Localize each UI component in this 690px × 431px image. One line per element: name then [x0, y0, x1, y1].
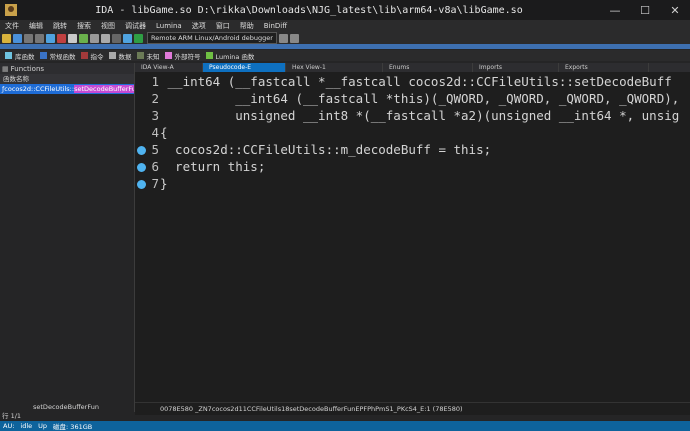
menu-bar: 文件 编辑 跳转 搜索 视图 调试器 Lumina 选项 窗口 帮助 BinDi… — [0, 20, 690, 32]
legend-regular: 常规函数 — [39, 51, 76, 61]
navigation-band[interactable] — [0, 44, 690, 49]
tab-pseudocode-e[interactable]: Pseudocode-E — [203, 63, 286, 72]
swatch-icon — [80, 52, 88, 59]
function-name-column[interactable]: 函数名称 — [0, 74, 134, 84]
tab-ida-view-a[interactable]: IDA View-A — [135, 63, 203, 72]
text-icon[interactable] — [101, 33, 110, 43]
function-row[interactable]: ƒcocos2d::CCFileUtils::setDecodeBufferFu… — [0, 84, 134, 94]
menu-help[interactable]: 帮助 — [235, 21, 259, 31]
maximize-button[interactable]: ☐ — [630, 4, 660, 17]
menu-file[interactable]: 文件 — [0, 21, 24, 31]
debug-options-icon[interactable] — [289, 33, 299, 43]
code-line[interactable]: 7} — [135, 176, 690, 193]
tab-bar: IDA View-A Pseudocode-E Hex View-1 Enums… — [135, 63, 690, 72]
graph-icon[interactable] — [79, 33, 88, 43]
menu-jump[interactable]: 跳转 — [48, 21, 72, 31]
legend-library: 库函数 — [5, 51, 35, 61]
status-state: idle — [20, 422, 33, 430]
swatch-icon — [136, 52, 144, 59]
toolbar: Remote ARM Linux/Android debugger — [0, 32, 690, 44]
functions-title: Functions — [10, 64, 45, 73]
tab-imports[interactable]: Imports — [473, 63, 559, 72]
address-status: 0078E580 _ZN7cocos2d11CCFileUtils18setDe… — [135, 402, 690, 415]
debugger-select[interactable]: Remote ARM Linux/Android debugger — [147, 32, 277, 44]
row-counter: 行 1/1 — [0, 412, 136, 421]
back-icon[interactable] — [24, 33, 33, 43]
menu-debugger[interactable]: 调试器 — [120, 21, 151, 31]
open-icon[interactable] — [2, 33, 11, 43]
pseudocode-editor[interactable]: 1 __int64 (__fastcall *__fastcall cocos2… — [135, 72, 690, 402]
close-tool-icon[interactable] — [123, 33, 132, 43]
search-text[interactable]: setDecodeBufferFun — [0, 403, 99, 411]
run-icon[interactable] — [134, 33, 143, 43]
menu-view[interactable]: 视图 — [96, 21, 120, 31]
code-line[interactable]: 3 unsigned __int8 *(__fastcall *a2)(unsi… — [135, 108, 690, 125]
function-search[interactable]: setDecodeBufferFun — [0, 402, 134, 412]
mark-icon[interactable] — [112, 33, 121, 43]
legend-data: 数据 — [108, 51, 132, 61]
legend-external: 外部符号 — [164, 51, 201, 61]
menu-windows[interactable]: 窗口 — [211, 21, 235, 31]
window-title: IDA - libGame.so D:\rikka\Downloads\NJG_… — [95, 4, 523, 16]
menu-bindiff[interactable]: BinDiff — [259, 22, 292, 30]
swatch-icon — [164, 52, 172, 59]
tab-exports[interactable]: Exports — [559, 63, 649, 72]
forward-icon[interactable] — [35, 33, 44, 43]
title-bar: IDA - libGame.so D:\rikka\Downloads\NJG_… — [0, 0, 690, 20]
search-icon[interactable] — [90, 33, 99, 43]
ida-logo-icon — [5, 4, 17, 16]
menu-options[interactable]: 选项 — [187, 21, 211, 31]
tab-hex-view-1[interactable]: Hex View-1 — [286, 63, 383, 72]
legend-instruction: 指令 — [80, 51, 104, 61]
code-line[interactable]: 2 __int64 (__fastcall *this)(_QWORD, _QW… — [135, 91, 690, 108]
status-disk: 磁盘: 361GB — [53, 423, 93, 431]
legend-lumina: Lumina 函数 — [205, 51, 254, 61]
dropdown-icon[interactable] — [278, 33, 288, 43]
list-icon[interactable] — [68, 33, 77, 43]
close-button[interactable]: ✕ — [660, 4, 690, 17]
menu-edit[interactable]: 编辑 — [24, 21, 48, 31]
swatch-icon — [39, 52, 47, 59]
menu-lumina[interactable]: Lumina — [151, 22, 187, 30]
menu-search[interactable]: 搜索 — [72, 21, 96, 31]
legend-unknown: 未知 — [136, 51, 160, 61]
refresh-icon[interactable] — [46, 33, 55, 43]
swatch-icon — [108, 52, 116, 59]
save-icon[interactable] — [13, 33, 22, 43]
code-line[interactable]: 4{ — [135, 125, 690, 142]
code-line[interactable]: 5 cocos2d::CCFileUtils::m_decodeBuff = t… — [135, 142, 690, 159]
tab-enums[interactable]: Enums — [383, 63, 473, 72]
swatch-icon — [205, 52, 213, 59]
swatch-icon — [5, 52, 12, 59]
functions-icon: ▦ — [2, 64, 9, 73]
legend: 库函数 常规函数 指令 数据 未知 外部符号 Lumina 函数 — [0, 50, 690, 61]
stop-icon[interactable] — [57, 33, 66, 43]
code-line[interactable]: 1 __int64 (__fastcall *__fastcall cocos2… — [135, 74, 690, 91]
status-au: AU: — [3, 422, 15, 430]
minimize-button[interactable]: — — [600, 4, 630, 17]
functions-header: ▦ Functions — [0, 63, 134, 74]
code-line[interactable]: 6 return this; — [135, 159, 690, 176]
functions-panel: ▦ Functions 函数名称 ƒcocos2d::CCFileUtils::… — [0, 63, 135, 415]
status-up: Up — [38, 422, 48, 430]
status-bar: AU: idle Up 磁盘: 361GB — [0, 421, 690, 431]
